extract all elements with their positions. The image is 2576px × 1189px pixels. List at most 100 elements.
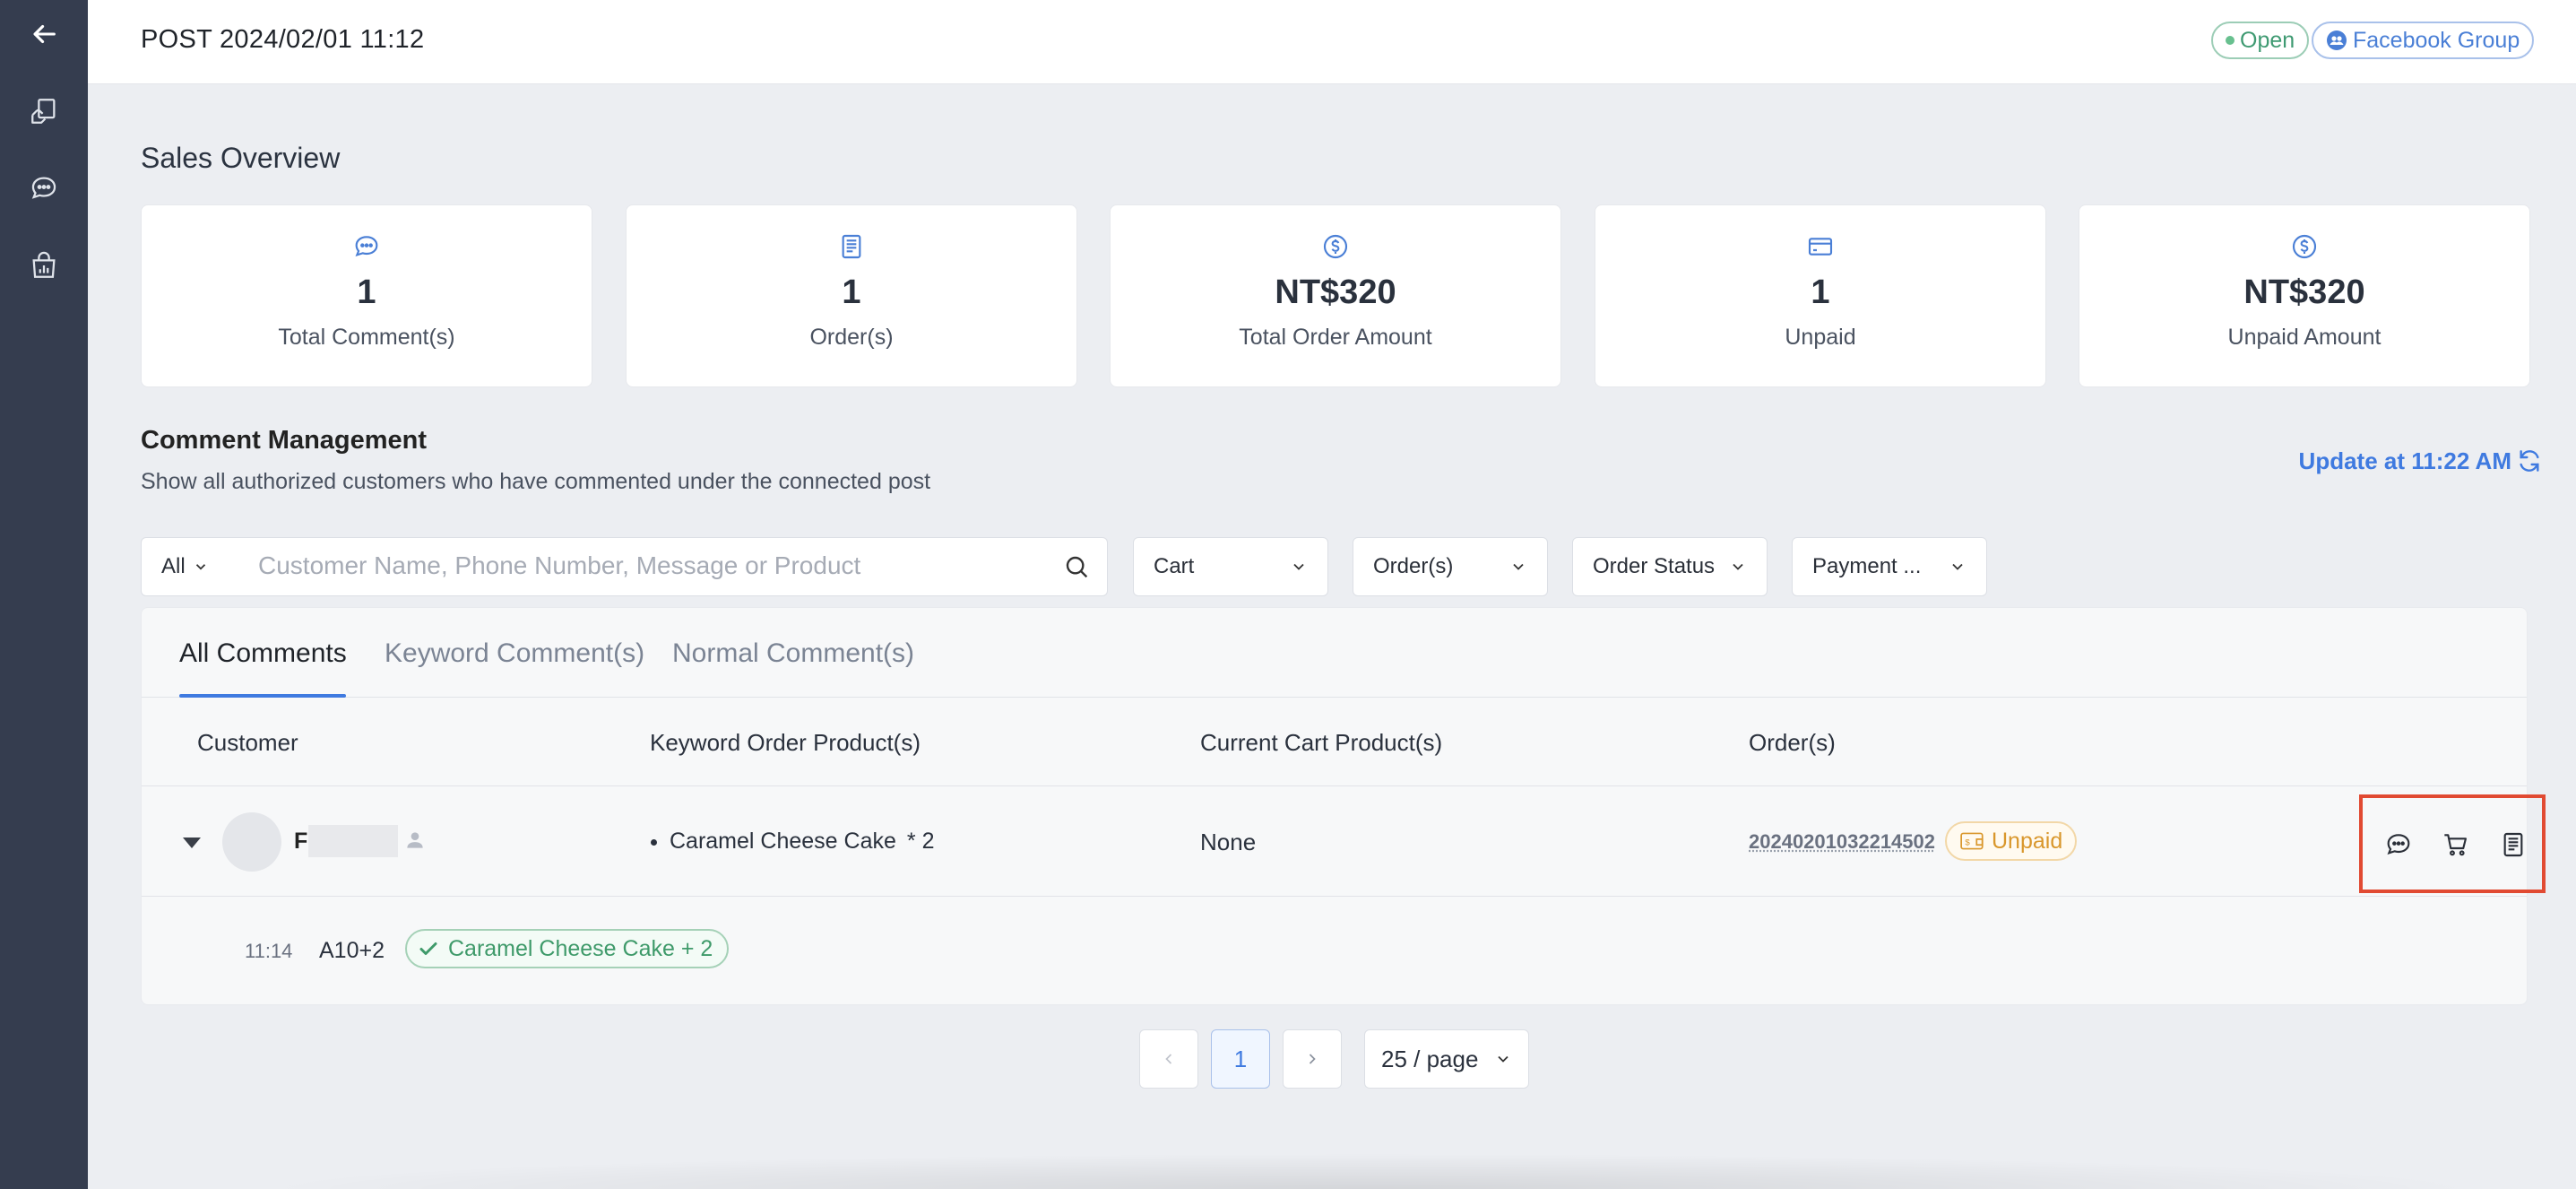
order-status-filter-label: Order Status bbox=[1593, 554, 1716, 578]
order-doc-icon bbox=[2503, 832, 2523, 857]
cart-filter-select[interactable]: Cart bbox=[1133, 537, 1328, 596]
redacted-name-block bbox=[308, 825, 398, 857]
orders-filter-label: Order(s) bbox=[1373, 554, 1454, 578]
top-bar: POST 2024/02/01 11:12 Open Facebook Grou… bbox=[88, 0, 2576, 84]
page-button-current[interactable]: 1 bbox=[1211, 1029, 1270, 1089]
scope-label: All bbox=[161, 554, 186, 578]
table-header: Customer Keyword Order Product(s) Curren… bbox=[142, 699, 2527, 786]
chevron-down-icon bbox=[1498, 1055, 1508, 1063]
table-row: F Caramel Cheese Cake * 2 None 2024020103… bbox=[142, 787, 2546, 897]
shop-chart-icon[interactable] bbox=[24, 246, 64, 285]
card-unpaid: 1 Unpaid bbox=[1595, 204, 2046, 387]
post-hand-icon[interactable] bbox=[24, 91, 64, 131]
page-size-label: 25 / page bbox=[1381, 1045, 1479, 1072]
card-label: Unpaid bbox=[1785, 325, 1856, 350]
status-badge: Open bbox=[2211, 22, 2310, 59]
cart-icon bbox=[2444, 834, 2467, 856]
payment-status-label: Unpaid bbox=[1992, 828, 2063, 854]
check-icon bbox=[419, 942, 437, 955]
card-total-order-amount: NT$320 Total Order Amount bbox=[1110, 204, 1561, 387]
comment-time: 11:14 bbox=[245, 940, 293, 962]
card-label: Total Order Amount bbox=[1239, 325, 1432, 350]
main-content: Sales Overview 1 Total Comment(s) 1 Orde… bbox=[88, 85, 2576, 1189]
cart-button[interactable] bbox=[2436, 825, 2476, 864]
expand-toggle-icon[interactable] bbox=[183, 838, 201, 848]
product-qty: * 2 bbox=[906, 829, 935, 854]
card-value: 1 bbox=[357, 273, 376, 311]
bullet-icon bbox=[651, 838, 657, 846]
comment-detail-row: 11:14 A10+2 Caramel Cheese Cake + 2 bbox=[142, 897, 2527, 1004]
card-value: NT$320 bbox=[2243, 273, 2365, 311]
column-header-keyword-products: Keyword Order Product(s) bbox=[650, 729, 921, 756]
page-size-select[interactable]: 25 / page bbox=[1364, 1029, 1529, 1089]
card-value: 1 bbox=[842, 273, 861, 311]
order-doc-icon bbox=[842, 234, 861, 259]
payment-filter-select[interactable]: Payment ... bbox=[1792, 537, 1987, 596]
prev-page-button[interactable] bbox=[1139, 1029, 1198, 1089]
svg-text:$: $ bbox=[1965, 838, 1970, 847]
chevron-down-icon bbox=[195, 564, 205, 570]
payment-status-badge: $ Unpaid bbox=[1945, 821, 2078, 861]
update-button[interactable]: Update at 11:22 AM bbox=[2299, 447, 2544, 475]
matched-product-tag: Caramel Cheese Cake + 2 bbox=[405, 929, 730, 968]
tab-normal-comments[interactable]: Normal Comment(s) bbox=[672, 638, 914, 669]
status-label: Open bbox=[2240, 27, 2295, 53]
comment-message: A10+2 bbox=[319, 938, 385, 963]
comments-table: All Comments Keyword Comment(s) Normal C… bbox=[141, 607, 2546, 1005]
chat-bubble-icon bbox=[2387, 834, 2410, 855]
wallet-icon: $ bbox=[1960, 832, 1984, 850]
refresh-icon bbox=[2520, 450, 2539, 472]
card-value: NT$320 bbox=[1275, 273, 1396, 311]
tab-all-comments[interactable]: All Comments bbox=[179, 638, 347, 669]
avatar bbox=[222, 812, 281, 872]
group-icon bbox=[2327, 30, 2347, 50]
cart-filter-label: Cart bbox=[1154, 554, 1195, 578]
card-value: 1 bbox=[1811, 273, 1830, 311]
card-label: Order(s) bbox=[809, 325, 894, 350]
page-title: POST 2024/02/01 11:12 bbox=[141, 25, 425, 54]
status-dot-icon bbox=[2226, 36, 2235, 45]
back-arrow-icon[interactable] bbox=[24, 14, 64, 54]
card-label: Unpaid Amount bbox=[2227, 325, 2382, 350]
tab-keyword-comments[interactable]: Keyword Comment(s) bbox=[385, 638, 644, 669]
next-page-button[interactable] bbox=[1283, 1029, 1342, 1089]
sales-overview-title: Sales Overview bbox=[141, 142, 341, 174]
update-label: Update at 11:22 AM bbox=[2298, 447, 2511, 474]
customer-name[interactable]: F bbox=[294, 829, 307, 855]
card-total-comments: 1 Total Comment(s) bbox=[141, 204, 592, 387]
active-tab-indicator bbox=[179, 694, 346, 698]
group-link[interactable]: Facebook Group bbox=[2312, 22, 2535, 59]
bottom-shadow bbox=[249, 1153, 2490, 1189]
card-label: Total Comment(s) bbox=[278, 325, 455, 350]
orders-filter-select[interactable]: Order(s) bbox=[1353, 537, 1548, 596]
chevron-down-icon bbox=[1733, 563, 1743, 570]
scope-select[interactable]: All bbox=[141, 537, 238, 596]
comment-management-subtitle: Show all authorized customers who have c… bbox=[141, 469, 931, 494]
search-input[interactable] bbox=[258, 538, 1047, 594]
column-header-cart-products: Current Cart Product(s) bbox=[1200, 729, 1443, 756]
order-number-link[interactable]: 20240201032214502 bbox=[1749, 830, 1935, 854]
comment-tabs: All Comments Keyword Comment(s) Normal C… bbox=[142, 608, 2527, 698]
sidebar bbox=[0, 0, 88, 1189]
chevron-down-icon bbox=[1952, 563, 1963, 570]
matched-product-label: Caramel Cheese Cake + 2 bbox=[448, 935, 713, 961]
row-actions-highlight bbox=[2359, 794, 2546, 893]
order-status-filter-select[interactable]: Order Status bbox=[1572, 537, 1768, 596]
column-header-orders: Order(s) bbox=[1749, 729, 1836, 756]
cart-products-value: None bbox=[1200, 829, 1257, 855]
message-button[interactable] bbox=[2379, 825, 2418, 864]
chevron-down-icon bbox=[1293, 563, 1304, 570]
dollar-circle-icon bbox=[1323, 234, 1348, 259]
chevron-down-icon bbox=[1513, 563, 1524, 570]
dollar-circle-icon bbox=[2292, 234, 2317, 259]
comment-management-title: Comment Management bbox=[141, 426, 428, 455]
payment-filter-label: Payment ... bbox=[1812, 554, 1922, 578]
order-button[interactable] bbox=[2494, 825, 2533, 864]
search-icon[interactable] bbox=[1062, 552, 1091, 581]
keyword-product-item: Caramel Cheese Cake * 2 bbox=[651, 829, 935, 855]
chat-icon[interactable] bbox=[24, 169, 64, 208]
card-orders: 1 Order(s) bbox=[626, 204, 1077, 387]
product-name: Caramel Cheese Cake bbox=[670, 829, 896, 854]
search-box bbox=[237, 537, 1108, 596]
group-label: Facebook Group bbox=[2353, 27, 2520, 53]
